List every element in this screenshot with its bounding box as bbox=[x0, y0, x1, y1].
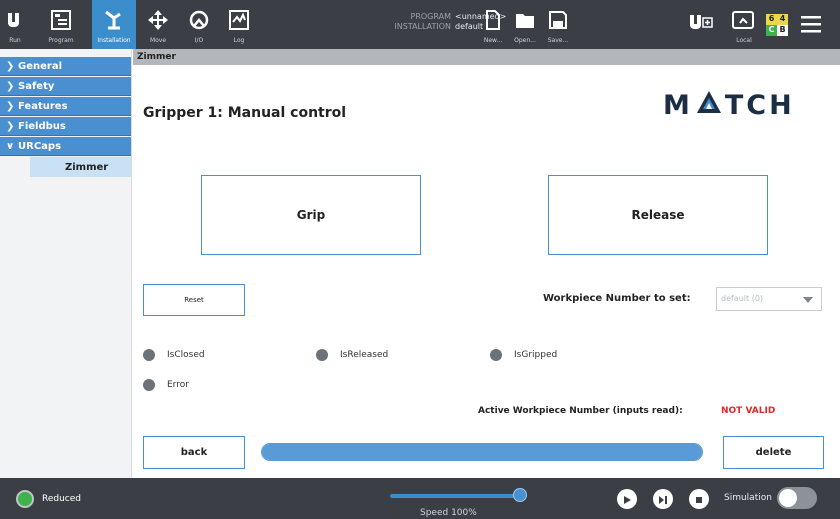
simulation-label: Simulation bbox=[724, 493, 772, 503]
new-button[interactable]: New... bbox=[478, 0, 508, 49]
indicator-is-closed: IsClosed bbox=[143, 349, 205, 361]
top-bar: Run Program Installation Move I/O Log PR… bbox=[0, 0, 840, 49]
run-tab[interactable]: Run bbox=[0, 0, 30, 49]
release-button[interactable]: Release bbox=[548, 175, 768, 255]
play-button[interactable] bbox=[617, 489, 637, 509]
indicator-is-gripped: IsGripped bbox=[490, 349, 557, 361]
installation-icon bbox=[102, 6, 126, 34]
indicator-is-released: IsReleased bbox=[316, 349, 388, 361]
speed-slider-handle[interactable] bbox=[513, 488, 527, 502]
back-button[interactable]: back bbox=[143, 436, 245, 469]
status-led-icon bbox=[143, 349, 155, 361]
program-tab[interactable]: Program bbox=[30, 0, 92, 49]
step-icon bbox=[658, 490, 668, 509]
breadcrumb: Zimmer bbox=[133, 49, 840, 65]
ur-logo-icon bbox=[5, 6, 25, 34]
sidebar-item-safety[interactable]: ❯ Safety bbox=[0, 77, 131, 96]
indicator-error: Error bbox=[143, 379, 189, 391]
dropdown-arrow-icon bbox=[803, 297, 813, 303]
save-button[interactable]: Save... bbox=[543, 0, 573, 49]
hamburger-menu-icon[interactable] bbox=[800, 14, 822, 38]
log-icon bbox=[228, 6, 250, 34]
step-button[interactable] bbox=[653, 489, 673, 509]
page-title: Gripper 1: Manual control bbox=[143, 105, 347, 121]
speed-label: Speed 100% bbox=[420, 508, 477, 518]
workpiece-number-label: Workpiece Number to set: bbox=[543, 293, 691, 304]
toggle-knob bbox=[779, 489, 797, 507]
stop-button[interactable] bbox=[689, 489, 709, 509]
sidebar-item-fieldbus[interactable]: ❯ Fieldbus bbox=[0, 117, 131, 136]
play-icon bbox=[622, 490, 632, 509]
speed-slider-track[interactable] bbox=[390, 494, 520, 498]
robot-mode[interactable]: Reduced bbox=[16, 490, 81, 508]
sidebar-item-urcaps[interactable]: ∨ URCaps bbox=[0, 137, 131, 156]
active-workpiece-label: Active Workpiece Number (inputs read): bbox=[478, 406, 683, 416]
open-button[interactable]: Open... bbox=[510, 0, 540, 49]
sidebar: ❯ General ❯ Safety ❯ Features ❯ Fieldbus… bbox=[0, 49, 132, 478]
open-folder-icon bbox=[515, 6, 535, 34]
chevron-down-icon: ∨ bbox=[6, 140, 15, 152]
match-logo: M TCH bbox=[663, 89, 795, 122]
chevron-right-icon: ❯ bbox=[6, 120, 15, 132]
log-tab[interactable]: Log bbox=[222, 0, 256, 49]
save-icon bbox=[549, 6, 567, 34]
chevron-right-icon: ❯ bbox=[6, 60, 15, 72]
chevron-right-icon: ❯ bbox=[6, 100, 15, 112]
reset-button[interactable]: Reset bbox=[143, 284, 245, 316]
status-led-icon bbox=[143, 379, 155, 391]
workpiece-number-select[interactable]: default (0) bbox=[716, 287, 822, 311]
sidebar-subitem-zimmer[interactable]: Zimmer bbox=[30, 157, 131, 177]
installation-tab[interactable]: Installation bbox=[92, 0, 136, 49]
status-led-icon bbox=[316, 349, 328, 361]
program-icon bbox=[50, 6, 72, 34]
io-icon bbox=[188, 6, 210, 34]
sidebar-item-general[interactable]: ❯ General bbox=[0, 57, 131, 76]
grip-button[interactable]: Grip bbox=[201, 175, 421, 255]
progress-bar bbox=[261, 443, 703, 461]
move-arrows-icon bbox=[147, 6, 169, 34]
match-logo-mark-icon bbox=[695, 89, 723, 122]
robot-status-grid[interactable]: 6 4 C B bbox=[766, 14, 788, 36]
bottom-bar: Reduced Speed 100% Simulation bbox=[0, 478, 840, 519]
main-content: Zimmer Gripper 1: Manual control M TCH G… bbox=[133, 49, 840, 478]
move-tab[interactable]: Move bbox=[140, 0, 176, 49]
progress-bar-fill bbox=[262, 444, 702, 460]
stop-icon bbox=[694, 490, 704, 509]
io-tab[interactable]: I/O bbox=[182, 0, 216, 49]
status-led-icon bbox=[490, 349, 502, 361]
chevron-right-icon: ❯ bbox=[6, 80, 15, 92]
simulation-toggle[interactable] bbox=[777, 487, 817, 509]
delete-button[interactable]: delete bbox=[723, 436, 824, 469]
power-status-icon bbox=[16, 490, 34, 508]
new-file-icon bbox=[485, 6, 501, 34]
sidebar-item-features[interactable]: ❯ Features bbox=[0, 97, 131, 116]
active-workpiece-value: NOT VALID bbox=[721, 406, 776, 416]
local-control-button[interactable]: Local bbox=[728, 0, 760, 49]
ur-plus-icon[interactable] bbox=[688, 12, 714, 38]
tablet-icon bbox=[732, 6, 756, 34]
